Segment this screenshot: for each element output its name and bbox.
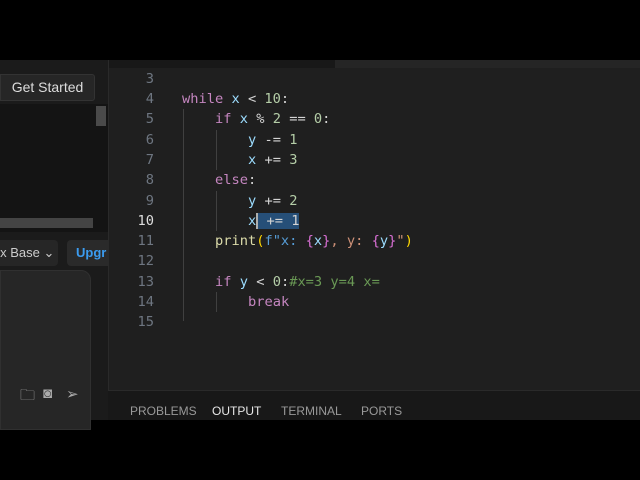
upgrade-button[interactable]: Upgr xyxy=(67,240,108,266)
knowledge-base-dropdown[interactable]: x Base ⌄ xyxy=(0,240,58,266)
get-started-button[interactable]: Get Started xyxy=(0,74,95,101)
camera-icon[interactable]: ◙ xyxy=(43,385,52,402)
text-selection: += 1 xyxy=(256,213,300,229)
code-line: 5 if x % 2 == 0: xyxy=(145,111,331,127)
code-line: 14 break xyxy=(137,294,290,310)
bottom-panel-tabs: PROBLEMS OUTPUT TERMINAL PORTS xyxy=(108,390,640,420)
code-line: 3 xyxy=(145,71,154,87)
code-line: 12 xyxy=(137,253,154,269)
code-line-current: 10 x += 1 xyxy=(137,213,300,229)
vertical-scrollbar[interactable] xyxy=(96,106,106,126)
chevron-down-icon: ⌄ xyxy=(43,245,55,260)
tab-ports[interactable]: PORTS xyxy=(361,404,402,418)
code-line: 15 xyxy=(137,314,154,330)
code-line: 7x += 3 xyxy=(145,152,298,168)
horizontal-scrollbar[interactable] xyxy=(0,218,93,228)
send-icon[interactable]: ➢ xyxy=(66,385,79,403)
dropdown-label: x Base xyxy=(0,245,40,260)
code-line: 9y += 2 xyxy=(145,193,298,209)
editor-tab-bar xyxy=(109,60,640,68)
chat-content-area xyxy=(0,104,108,232)
code-line: 8 else: xyxy=(145,172,257,188)
tab-terminal[interactable]: TERMINAL xyxy=(281,404,342,418)
chat-side-panel: Get Started x Base ⌄ Upgr 🗀 ◙ ➢ xyxy=(0,60,108,430)
code-line: 6y -= 1 xyxy=(145,132,298,148)
code-line: 11 print(f"x: {x}, y: {y}") xyxy=(137,233,413,249)
tab-output[interactable]: OUTPUT xyxy=(212,404,261,418)
chat-input[interactable] xyxy=(0,270,91,430)
code-editor[interactable]: 3 4 while x < 10: 5 if x % 2 == 0: 6y -= 1… xyxy=(108,60,640,390)
tab-problems[interactable]: PROBLEMS xyxy=(130,404,197,418)
code-line: 13 if y < 0:#x=3 y=4 x= xyxy=(137,274,380,290)
code-line: 4 while x < 10: xyxy=(145,91,290,107)
folder-add-icon[interactable]: 🗀 xyxy=(20,385,35,410)
